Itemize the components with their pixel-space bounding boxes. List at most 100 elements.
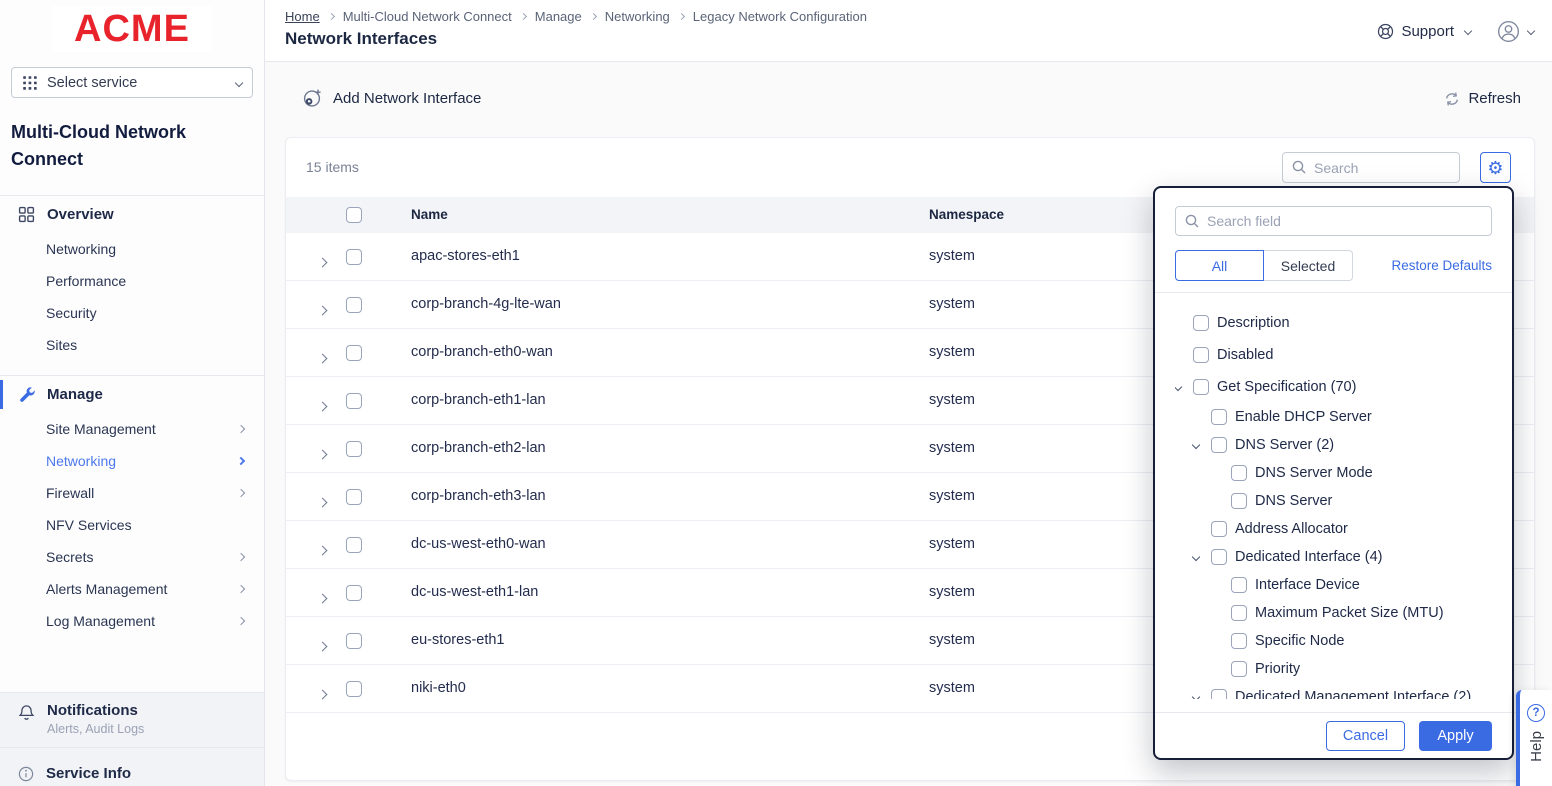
breadcrumb-item[interactable]: Networking — [605, 9, 670, 24]
row-expander[interactable] — [319, 253, 326, 271]
row-checkbox[interactable] — [346, 633, 362, 649]
field-row[interactable]: Specific Node — [1175, 627, 1512, 655]
chevron-right-icon — [237, 489, 245, 497]
row-expander[interactable] — [319, 301, 326, 319]
field-row[interactable]: Get Specification (70) — [1175, 371, 1512, 403]
refresh-icon — [1444, 91, 1460, 107]
chevron-down-icon[interactable] — [1192, 553, 1200, 561]
row-expander[interactable] — [319, 349, 326, 367]
field-row[interactable]: Dedicated Interface (4) — [1175, 543, 1512, 571]
sidebar-item-notifications[interactable]: Notifications Alerts, Audit Logs — [0, 692, 264, 748]
chevron-down-icon[interactable] — [1192, 441, 1200, 449]
sidebar-item-service-info[interactable]: Service Info — [0, 748, 264, 786]
field-checkbox[interactable] — [1231, 465, 1247, 481]
row-checkbox[interactable] — [346, 585, 362, 601]
row-checkbox[interactable] — [346, 249, 362, 265]
field-row[interactable]: DNS Server — [1175, 487, 1512, 515]
refresh-button[interactable]: Refresh — [1444, 90, 1521, 107]
field-checkbox[interactable] — [1231, 493, 1247, 509]
sidebar-item-label: Secrets — [46, 548, 93, 566]
grid-4-icon — [18, 206, 35, 223]
account-menu[interactable] — [1497, 20, 1534, 43]
field-row[interactable]: Description — [1175, 307, 1512, 339]
breadcrumb-item[interactable]: Home — [285, 9, 320, 24]
field-row[interactable]: Disabled — [1175, 339, 1512, 371]
row-checkbox[interactable] — [346, 537, 362, 553]
row-checkbox[interactable] — [346, 345, 362, 361]
field-row[interactable]: DNS Server (2) — [1175, 431, 1512, 459]
sidebar-item-networking[interactable]: Networking — [0, 233, 264, 265]
breadcrumb-item[interactable]: Manage — [535, 9, 582, 24]
field-search-input[interactable] — [1175, 206, 1492, 236]
row-expander[interactable] — [319, 397, 326, 415]
row-expander[interactable] — [319, 589, 326, 607]
sidebar-item-networking[interactable]: Networking — [0, 445, 264, 477]
row-expander[interactable] — [319, 493, 326, 511]
field-checkbox[interactable] — [1211, 549, 1227, 565]
field-checkbox[interactable] — [1231, 605, 1247, 621]
sidebar-item-nfv-services[interactable]: NFV Services — [0, 509, 264, 541]
row-namespace: system — [929, 344, 975, 360]
add-network-interface-button[interactable]: Add Network Interface — [301, 87, 481, 109]
apply-button[interactable]: Apply — [1419, 721, 1492, 751]
field-row[interactable]: Enable DHCP Server — [1175, 403, 1512, 431]
field-row[interactable]: Priority — [1175, 655, 1512, 683]
service-selector[interactable]: Select service — [11, 67, 253, 98]
sidebar-item-sites[interactable]: Sites — [0, 329, 264, 361]
field-row[interactable]: Maximum Packet Size (MTU) — [1175, 599, 1512, 627]
row-namespace: system — [929, 392, 975, 408]
row-expander[interactable] — [319, 637, 326, 655]
restore-defaults-link[interactable]: Restore Defaults — [1391, 258, 1492, 273]
chevron-down-icon — [1527, 27, 1535, 35]
support-menu[interactable]: Support — [1377, 23, 1471, 40]
field-checkbox[interactable] — [1231, 577, 1247, 593]
column-settings-button[interactable]: ⚙ — [1480, 152, 1511, 183]
field-checkbox[interactable] — [1193, 379, 1209, 395]
row-checkbox[interactable] — [346, 441, 362, 457]
select-all-checkbox[interactable] — [346, 207, 362, 223]
breadcrumb-item[interactable]: Multi-Cloud Network Connect — [343, 9, 512, 24]
section-label: Overview — [47, 206, 114, 223]
sidebar-section-overview[interactable]: Overview — [0, 196, 264, 233]
column-header-name: Name — [411, 207, 448, 222]
sidebar-item-performance[interactable]: Performance — [0, 265, 264, 297]
field-checkbox[interactable] — [1211, 521, 1227, 537]
sidebar-section-manage[interactable]: Manage — [0, 376, 264, 413]
field-row[interactable]: DNS Server Mode — [1175, 459, 1512, 487]
sidebar-item-label: Firewall — [46, 484, 94, 502]
field-checkbox[interactable] — [1193, 315, 1209, 331]
field-checkbox[interactable] — [1211, 689, 1227, 699]
add-interface-icon — [301, 87, 323, 109]
row-expander[interactable] — [319, 541, 326, 559]
sidebar-item-site-management[interactable]: Site Management — [0, 413, 264, 445]
section-label: Manage — [47, 386, 103, 403]
field-checkbox[interactable] — [1193, 347, 1209, 363]
field-row[interactable]: Interface Device — [1175, 571, 1512, 599]
sidebar-item-security[interactable]: Security — [0, 297, 264, 329]
tab-selected[interactable]: Selected — [1264, 250, 1353, 281]
row-expander[interactable] — [319, 445, 326, 463]
search-input[interactable] — [1282, 152, 1460, 183]
chevron-down-icon[interactable] — [1175, 383, 1182, 391]
row-checkbox[interactable] — [346, 297, 362, 313]
field-checkbox[interactable] — [1211, 409, 1227, 425]
field-checkbox[interactable] — [1231, 661, 1247, 677]
field-row[interactable]: Address Allocator — [1175, 515, 1512, 543]
row-checkbox[interactable] — [346, 393, 362, 409]
sidebar-item-log-management[interactable]: Log Management — [0, 605, 264, 637]
chevron-down-icon[interactable] — [1192, 693, 1200, 699]
row-checkbox[interactable] — [346, 489, 362, 505]
sidebar-item-alerts-management[interactable]: Alerts Management — [0, 573, 264, 605]
row-expander[interactable] — [319, 685, 326, 703]
row-checkbox[interactable] — [346, 681, 362, 697]
breadcrumb-item[interactable]: Legacy Network Configuration — [693, 9, 867, 24]
field-checkbox[interactable] — [1231, 633, 1247, 649]
cancel-button[interactable]: Cancel — [1326, 721, 1405, 751]
field-checkbox[interactable] — [1211, 437, 1227, 453]
sidebar-item-firewall[interactable]: Firewall — [0, 477, 264, 509]
tab-all[interactable]: All — [1175, 250, 1264, 281]
sidebar-item-secrets[interactable]: Secrets — [0, 541, 264, 573]
field-row[interactable]: Dedicated Management Interface (2) — [1175, 683, 1512, 699]
chevron-right-icon — [237, 585, 245, 593]
help-tab[interactable]: ? Help — [1516, 690, 1552, 786]
